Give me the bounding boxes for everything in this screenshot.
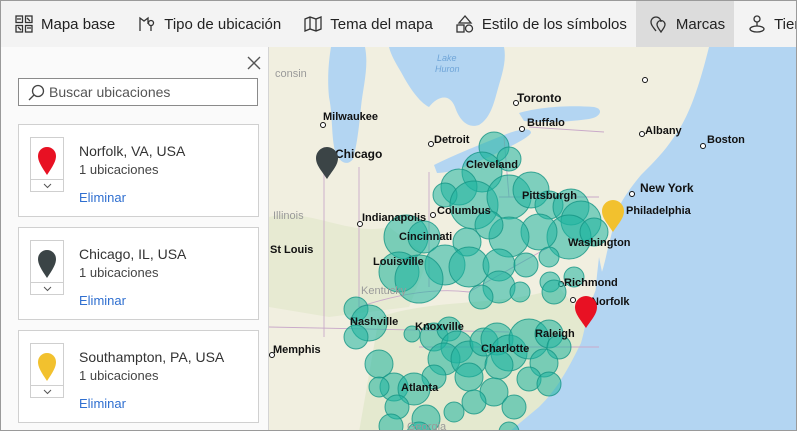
drive-time-icon [749, 15, 765, 33]
new-york-label: New York [640, 181, 694, 195]
pin-name: Chicago, IL, USA [79, 246, 187, 262]
dark-pin-icon [38, 250, 56, 278]
drive-time-label: Tiempo de conducción [774, 15, 796, 33]
map-theme-button[interactable]: Tema del mapa [290, 1, 442, 47]
pin-color-picker[interactable] [30, 240, 64, 295]
pittsburgh-label: Pittsburgh [522, 190, 577, 202]
map-theme-icon [304, 16, 322, 32]
toronto-label: Toronto [517, 91, 561, 105]
albany-label: Albany [645, 125, 683, 137]
red-pin-icon [38, 147, 56, 175]
app-frame: Mapa base Tipo de ubicación Tema del map… [0, 0, 797, 431]
remove-link[interactable]: Eliminar [79, 190, 126, 205]
knoxville-label: Knoxville [415, 321, 464, 333]
lake-huron-label-2: Huron [435, 64, 460, 74]
pins-icon [650, 16, 666, 33]
remove-link[interactable]: Eliminar [79, 396, 126, 411]
nashville-label: Nashville [350, 316, 398, 328]
close-icon[interactable] [244, 53, 264, 73]
wisconsin-label: consin [275, 68, 307, 80]
pins-button[interactable]: Marcas [635, 1, 735, 47]
cincinnati-label: Cincinnati [399, 231, 452, 243]
search-icon [28, 84, 45, 100]
columbus-label: Columbus [437, 205, 491, 217]
memphis-label: Memphis [273, 344, 321, 356]
buffalo-label: Buffalo [527, 117, 565, 129]
pins-label: Marcas [675, 15, 726, 33]
pin-color-picker[interactable] [30, 137, 64, 192]
search-box [18, 78, 258, 106]
georgia-label: Georgia [407, 421, 447, 431]
basemap-label: Mapa base [41, 15, 116, 33]
pin-count: 1 ubicaciones [79, 265, 159, 280]
basemap-icon [15, 15, 33, 33]
location-type-icon [139, 16, 155, 31]
kentucky-label: Kentucky [361, 285, 407, 297]
pin-count: 1 ubicaciones [79, 368, 159, 383]
washington-label: Washington [568, 237, 631, 249]
search-input[interactable] [49, 84, 249, 100]
pin-name: Southampton, PA, USA [79, 349, 225, 365]
pin-name: Norfolk, VA, USA [79, 143, 186, 159]
symbol-style-icon [456, 15, 473, 33]
lake-huron-label: Lake [437, 53, 457, 63]
pin-card-southampton: Southampton, PA, USA 1 ubicaciones Elimi… [18, 330, 259, 423]
boston-label: Boston [707, 134, 745, 146]
yellow-pin-icon [38, 353, 56, 381]
location-type-label: Tipo de ubicación [164, 15, 282, 33]
cleveland-label: Cleveland [466, 159, 518, 171]
symbol-style-button[interactable]: Estilo de los símbolos [442, 1, 636, 47]
pin-card-chicago: Chicago, IL, USA 1 ubicaciones Eliminar [18, 227, 259, 320]
basemap-button[interactable]: Mapa base [1, 1, 124, 47]
pins-panel: Norfolk, VA, USA 1 ubicaciones Eliminar … [1, 47, 269, 430]
richmond-label: Richmond [564, 277, 618, 289]
location-type-button[interactable]: Tipo de ubicación [124, 1, 290, 47]
raleigh-label: Raleigh [535, 328, 575, 340]
atlanta-label: Atlanta [401, 382, 439, 394]
milwaukee-label: Milwaukee [323, 111, 378, 123]
illinois-label: Illinois [273, 210, 304, 222]
map-view[interactable]: consin Lake Huron Toronto Buffalo Albany… [269, 47, 797, 431]
chevron-down-icon[interactable] [31, 179, 63, 191]
pin-count: 1 ubicaciones [79, 162, 159, 177]
chevron-down-icon[interactable] [31, 385, 63, 397]
remove-link[interactable]: Eliminar [79, 293, 126, 308]
map-canvas[interactable]: consin Lake Huron Toronto Buffalo Albany… [269, 47, 797, 431]
louisville-label: Louisville [373, 256, 424, 268]
indianapolis-label: Indianapolis [362, 212, 426, 224]
pin-color-picker[interactable] [30, 343, 64, 398]
map-theme-label: Tema del mapa [330, 15, 433, 33]
pin-card-norfolk: Norfolk, VA, USA 1 ubicaciones Eliminar [18, 124, 259, 217]
detroit-label: Detroit [434, 134, 470, 146]
chevron-down-icon[interactable] [31, 282, 63, 294]
st-louis-label: St Louis [270, 244, 313, 256]
philadelphia-label: Philadelphia [626, 205, 692, 217]
chicago-label: Chicago [335, 147, 382, 161]
symbol-style-label: Estilo de los símbolos [481, 15, 627, 33]
drive-time-button[interactable]: Tiempo de conducción [734, 1, 796, 47]
toolbar: Mapa base Tipo de ubicación Tema del map… [1, 1, 796, 48]
charlotte-label: Charlotte [481, 343, 529, 355]
